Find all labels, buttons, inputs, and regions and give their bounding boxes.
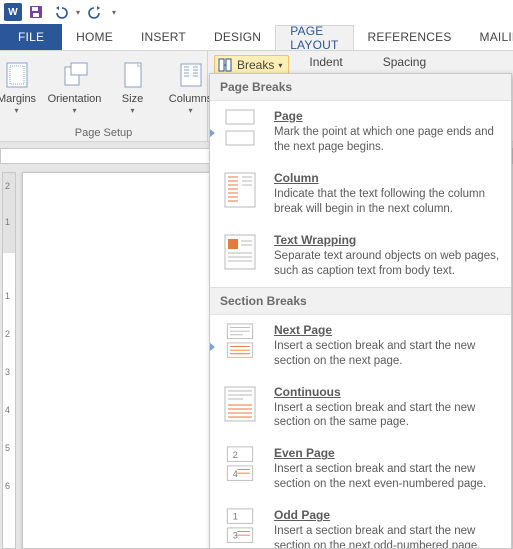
vertical-ruler[interactable]: 2 1 1 2 3 4 5 6 — [2, 172, 16, 549]
orientation-button[interactable]: Orientation ▾ — [47, 57, 103, 123]
page-breaks-header: Page Breaks — [210, 74, 511, 101]
tab-home[interactable]: HOME — [62, 24, 127, 50]
title-bar: W ▾ ▾ — [0, 0, 513, 24]
breaks-button[interactable]: Breaks ▾ — [214, 55, 289, 75]
odd-page-break-icon: 13 — [218, 508, 262, 546]
text-wrapping-break-icon — [218, 233, 262, 271]
chevron-down-icon: ▾ — [72, 106, 76, 115]
word-app-icon: W — [4, 3, 22, 21]
chevron-down-icon: ▾ — [278, 61, 282, 70]
column-break-icon — [218, 171, 262, 209]
next-page-break-icon — [218, 323, 262, 361]
chevron-down-icon: ▾ — [14, 106, 18, 115]
margins-button[interactable]: Margins ▾ — [0, 57, 45, 123]
qat-dropdown-icon[interactable]: ▾ — [76, 8, 80, 17]
chevron-down-icon: ▾ — [188, 106, 192, 115]
continuous-break-icon — [218, 385, 262, 423]
tab-insert[interactable]: INSERT — [127, 24, 200, 50]
page-break-icon — [218, 109, 262, 147]
even-page-break-icon: 24 — [218, 446, 262, 484]
svg-text:1: 1 — [233, 512, 238, 522]
tab-page-layout[interactable]: PAGE LAYOUT — [275, 25, 353, 51]
undo-icon[interactable] — [52, 4, 68, 20]
chevron-down-icon: ▾ — [130, 106, 134, 115]
svg-text:3: 3 — [233, 531, 238, 541]
redo-icon[interactable] — [88, 4, 104, 20]
break-even-page[interactable]: 24 Even Page Insert a section break and … — [210, 438, 511, 500]
quick-access-toolbar: ▾ ▾ — [28, 4, 116, 20]
svg-text:2: 2 — [233, 450, 238, 460]
size-button[interactable]: Size ▾ — [105, 57, 161, 123]
breaks-icon — [217, 57, 233, 73]
qat-customize-icon[interactable]: ▾ — [112, 8, 116, 17]
break-column[interactable]: Column Indicate that the text following … — [210, 163, 511, 225]
group-label-page-setup: Page Setup — [0, 125, 207, 141]
ribbon-tabs: FILE HOME INSERT DESIGN PAGE LAYOUT REFE… — [0, 24, 513, 50]
submenu-arrow-icon — [210, 343, 215, 351]
submenu-arrow-icon — [210, 129, 215, 137]
break-text-wrapping[interactable]: Text Wrapping Separate text around objec… — [210, 225, 511, 287]
save-icon[interactable] — [28, 4, 44, 20]
breaks-dropdown: Page Breaks Page Mark the point at which… — [209, 73, 512, 549]
break-odd-page[interactable]: 13 Odd Page Insert a section break and s… — [210, 500, 511, 549]
break-continuous[interactable]: Continuous Insert a section break and st… — [210, 377, 511, 439]
break-next-page[interactable]: Next Page Insert a section break and sta… — [210, 315, 511, 377]
break-page[interactable]: Page Mark the point at which one page en… — [210, 101, 511, 163]
tab-mailings[interactable]: MAILIN — [466, 24, 513, 50]
tab-file[interactable]: FILE — [0, 24, 62, 50]
group-page-setup: Margins ▾ Orientation ▾ Size ▾ Columns ▾… — [0, 51, 208, 141]
tab-design[interactable]: DESIGN — [200, 24, 275, 50]
section-breaks-header: Section Breaks — [210, 287, 511, 315]
svg-text:4: 4 — [233, 469, 238, 479]
tab-references[interactable]: REFERENCES — [354, 24, 466, 50]
